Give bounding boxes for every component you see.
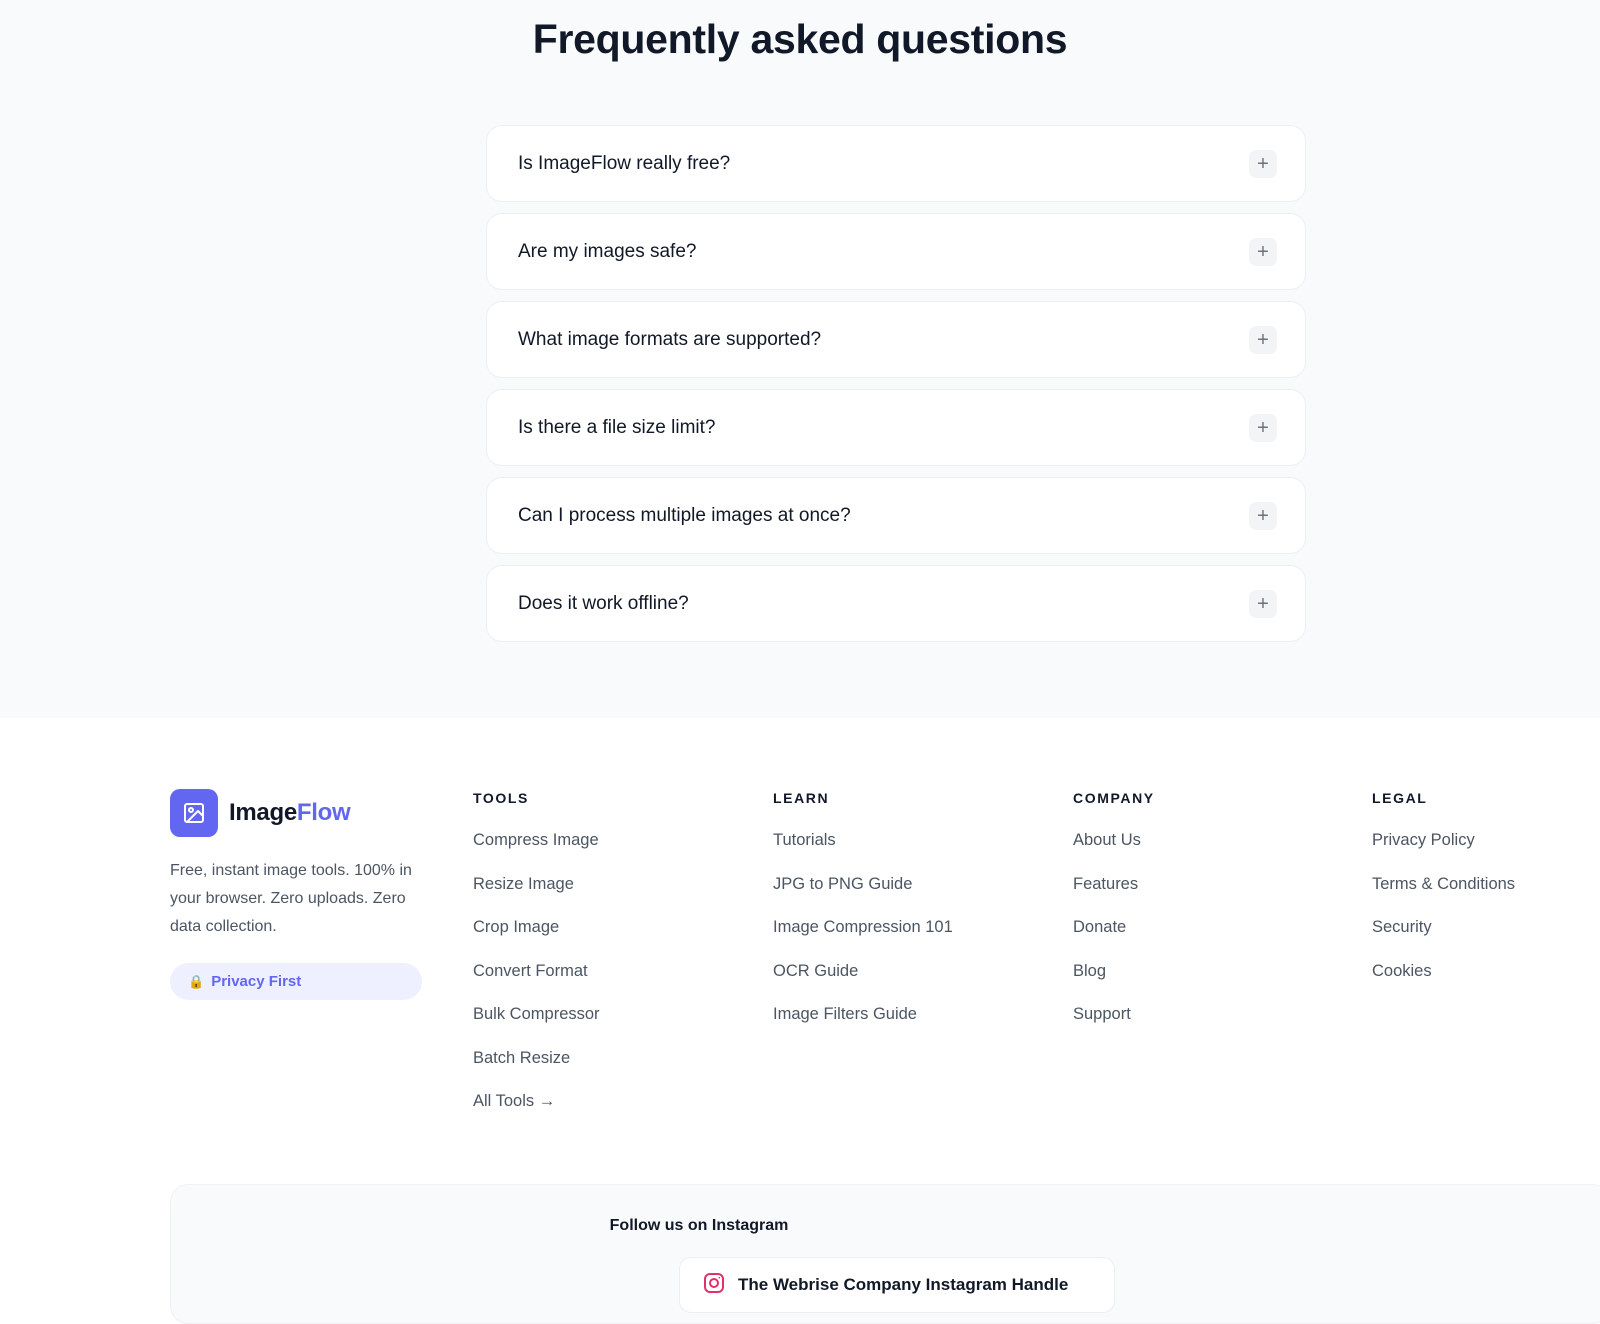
footer-link[interactable]: Crop Image bbox=[473, 917, 600, 961]
footer-link[interactable]: Batch Resize bbox=[473, 1048, 600, 1092]
instagram-icon bbox=[702, 1271, 726, 1300]
footer-link[interactable]: Image Compression 101 bbox=[773, 917, 953, 961]
faq-question: Can I process multiple images at once? bbox=[518, 504, 851, 526]
faq-section: Frequently asked questions Is ImageFlow … bbox=[0, 0, 1600, 718]
faq-item[interactable]: Does it work offline? + bbox=[486, 565, 1306, 642]
column-title: LEGAL bbox=[1372, 790, 1428, 806]
lock-icon: 🔒 bbox=[188, 973, 205, 989]
footer-link-all-tools[interactable]: All Tools → bbox=[473, 1091, 600, 1135]
image-icon bbox=[170, 789, 218, 837]
footer-link[interactable]: Cookies bbox=[1372, 961, 1515, 1005]
plus-icon[interactable]: + bbox=[1249, 502, 1277, 530]
plus-icon[interactable]: + bbox=[1249, 414, 1277, 442]
brand-description: Free, instant image tools. 100% in your … bbox=[170, 862, 412, 935]
faq-item[interactable]: Are my images safe? + bbox=[486, 213, 1306, 290]
faq-item[interactable]: Is ImageFlow really free? + bbox=[486, 125, 1306, 202]
footer: ImageFlow Free, instant image tools. 100… bbox=[0, 718, 1600, 1324]
plus-icon[interactable]: + bbox=[1249, 238, 1277, 266]
brand-name: ImageFlow bbox=[229, 799, 351, 827]
privacy-badge-label: Privacy First bbox=[211, 973, 302, 990]
faq-item[interactable]: What image formats are supported? + bbox=[486, 301, 1306, 378]
faq-question: Is ImageFlow really free? bbox=[518, 152, 731, 174]
brand-name-part1: Image bbox=[229, 799, 297, 826]
footer-link[interactable]: JPG to PNG Guide bbox=[773, 874, 953, 918]
faq-list: Is ImageFlow really free? + Are my image… bbox=[486, 125, 1306, 653]
instagram-section: Follow us on Instagram The Webrise Compa… bbox=[170, 1184, 1600, 1324]
privacy-badge: 🔒 Privacy First bbox=[170, 963, 422, 1000]
plus-icon[interactable]: + bbox=[1249, 150, 1277, 178]
faq-item[interactable]: Is there a file size limit? + bbox=[486, 389, 1306, 466]
faq-question: Is there a file size limit? bbox=[518, 416, 716, 438]
footer-link[interactable]: Donate bbox=[1073, 917, 1155, 961]
faq-title: Frequently asked questions bbox=[532, 16, 1068, 62]
footer-link[interactable]: Image Filters Guide bbox=[773, 1004, 953, 1048]
footer-link[interactable]: Compress Image bbox=[473, 830, 600, 874]
column-title: COMPANY bbox=[1073, 790, 1155, 806]
footer-link[interactable]: Resize Image bbox=[473, 874, 600, 918]
footer-link[interactable]: Security bbox=[1372, 917, 1515, 961]
footer-link[interactable]: Support bbox=[1073, 1004, 1155, 1048]
footer-link[interactable]: Features bbox=[1073, 874, 1155, 918]
footer-brand: ImageFlow Free, instant image tools. 100… bbox=[170, 789, 430, 1000]
instagram-button-label: The Webrise Company Instagram Handle bbox=[738, 1275, 1069, 1294]
footer-column-company: COMPANY About Us Features Donate Blog Su… bbox=[1073, 790, 1155, 1048]
plus-icon[interactable]: + bbox=[1249, 590, 1277, 618]
column-title: TOOLS bbox=[473, 790, 529, 806]
plus-icon[interactable]: + bbox=[1249, 326, 1277, 354]
faq-question: Does it work offline? bbox=[518, 592, 689, 614]
footer-link[interactable]: OCR Guide bbox=[773, 961, 953, 1005]
column-title: LEARN bbox=[773, 790, 830, 806]
footer-link[interactable]: Privacy Policy bbox=[1372, 830, 1515, 874]
footer-link[interactable]: Tutorials bbox=[773, 830, 953, 874]
brand-logo[interactable]: ImageFlow bbox=[170, 789, 430, 837]
brand-name-part2: Flow bbox=[296, 799, 351, 826]
instagram-button[interactable]: The Webrise Company Instagram Handle bbox=[679, 1257, 1115, 1313]
footer-column-tools: TOOLS Compress Image Resize Image Crop I… bbox=[473, 790, 600, 1135]
footer-column-learn: LEARN Tutorials JPG to PNG Guide Image C… bbox=[773, 790, 953, 1048]
instagram-title: Follow us on Instagram bbox=[609, 1217, 789, 1234]
footer-link[interactable]: Blog bbox=[1073, 961, 1155, 1005]
footer-column-legal: LEGAL Privacy Policy Terms & Conditions … bbox=[1372, 790, 1515, 1004]
footer-link[interactable]: Bulk Compressor bbox=[473, 1004, 600, 1048]
faq-question: What image formats are supported? bbox=[518, 328, 822, 350]
faq-question: Are my images safe? bbox=[518, 240, 697, 262]
faq-item[interactable]: Can I process multiple images at once? + bbox=[486, 477, 1306, 554]
footer-link[interactable]: Terms & Conditions bbox=[1372, 874, 1515, 918]
footer-link[interactable]: About Us bbox=[1073, 830, 1155, 874]
footer-link[interactable]: Convert Format bbox=[473, 961, 600, 1005]
